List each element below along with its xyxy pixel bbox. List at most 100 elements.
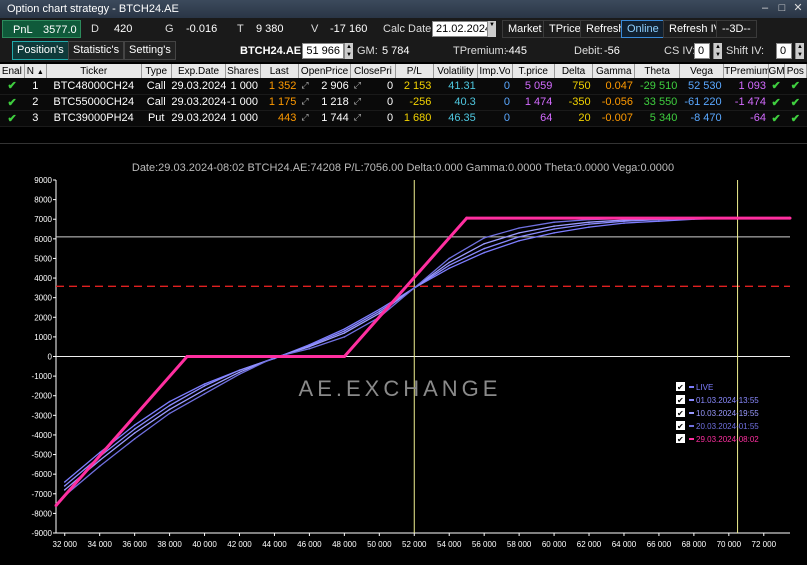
series-point-1 (168, 404, 171, 407)
x-tick-label: 60 000 (542, 540, 567, 549)
col-theta[interactable]: Theta (634, 64, 680, 78)
col-volatility[interactable]: Volatility (433, 64, 479, 78)
col-ticker[interactable]: Ticker (46, 64, 142, 78)
series-point-1 (203, 385, 206, 387)
series-point-0 (483, 251, 486, 254)
col-gamma[interactable]: Gamma (592, 64, 636, 78)
series-line-0 (64, 217, 729, 483)
legend-check-icon: ✔ (677, 435, 684, 444)
market-button[interactable]: Market (502, 20, 548, 38)
x-tick-label: 62 000 (577, 540, 602, 549)
series-point-0 (203, 383, 206, 385)
series-point-3 (518, 227, 520, 229)
col-n[interactable]: N ▲ (24, 64, 47, 78)
gamma-cell: -0.056 (592, 94, 635, 111)
volatility-cell: 46.35 (433, 110, 478, 127)
shift-iv-field[interactable]: 0 (776, 43, 792, 59)
gm-check-icon[interactable]: ✔ (768, 94, 785, 111)
col-shares[interactable]: Shares (225, 64, 261, 78)
cs-iv-field[interactable]: 0 (694, 43, 710, 59)
enabled-check-icon[interactable]: ✔ (0, 110, 25, 127)
pos-check-icon[interactable]: ✔ (784, 78, 807, 95)
calc-date-dropdown-icon[interactable]: ▼ (487, 21, 496, 37)
table-header-row: Enal N ▲ Ticker Type Exp.Date Shares Las… (0, 64, 807, 78)
online-button[interactable]: Online (621, 20, 665, 38)
series-point-1 (588, 223, 590, 225)
series-point-2 (553, 225, 555, 227)
col-pos[interactable]: Pos (784, 64, 807, 78)
row-number: 1 (24, 78, 47, 95)
series-point-3 (133, 438, 136, 440)
positions-table: Enal N ▲ Ticker Type Exp.Date Shares Las… (0, 64, 807, 127)
minimize-icon[interactable]: – (758, 1, 772, 15)
edit-price-icon[interactable]: ⤢ (301, 112, 308, 123)
tprice-cell: 1 474 (512, 94, 555, 111)
shift-iv-stepper[interactable]: ▲ ▼ (795, 43, 804, 59)
table-row[interactable]: ✔ 2 BTC55000CH24 Call 29.03.2024 -1 000 1 175 ⤢… (0, 94, 807, 111)
edit-price-icon[interactable]: ⤢ (354, 80, 361, 91)
volatility-cell: 41.31 (433, 78, 478, 95)
series-point-2 (98, 459, 101, 462)
legend-label: LIVE (696, 383, 713, 392)
gm-check-icon[interactable]: ✔ (768, 78, 785, 95)
legend-label: 01.03.2024-13:55 (696, 396, 759, 405)
row-number: 2 (24, 94, 47, 111)
gamma-cell: 0.047 (592, 78, 635, 95)
col-tpremium[interactable]: TPremium (723, 64, 769, 78)
series-point-0 (658, 220, 660, 222)
edit-price-icon[interactable]: ⤢ (354, 96, 361, 107)
cs-iv-stepper[interactable]: ▲ ▼ (713, 43, 722, 59)
series-point-0 (518, 240, 520, 242)
tpremium-value: -445 (505, 45, 528, 57)
watermark: AE.EXCHANGE (299, 376, 502, 401)
close-icon[interactable]: ✕ (791, 1, 805, 15)
col-gm[interactable]: GM (768, 64, 785, 78)
tab-settings[interactable]: Setting's (124, 41, 176, 60)
col-pl[interactable]: P/L (395, 64, 434, 78)
series-line-2 (64, 217, 729, 491)
series-point-2 (63, 489, 66, 491)
ticker-cell: BTC48000CH24 (46, 78, 142, 95)
ticker-cell: BTC39000PH24 (46, 110, 142, 127)
pos-check-icon[interactable]: ✔ (784, 94, 807, 111)
col-close-price[interactable]: ClosePri (350, 64, 396, 78)
x-tick-label: 70 000 (717, 540, 742, 549)
maximize-icon[interactable]: □ (775, 1, 789, 15)
underlying-price-stepper[interactable]: ▲ ▼ (344, 43, 353, 59)
open-price-cell: ⤢ 2 906 (298, 78, 351, 95)
col-last[interactable]: Last (260, 64, 299, 78)
col-open-price[interactable]: OpenPrice (298, 64, 352, 78)
underlying-price-field[interactable]: 51 966 (302, 43, 344, 59)
enabled-check-icon[interactable]: ✔ (0, 78, 25, 95)
col-vega[interactable]: Vega (679, 64, 725, 78)
col-tprice[interactable]: T.price (512, 64, 555, 78)
pos-check-icon[interactable]: ✔ (784, 110, 807, 127)
edit-price-icon[interactable]: ⤢ (301, 96, 308, 107)
series-point-3 (98, 465, 101, 468)
edit-price-icon[interactable]: ⤢ (301, 80, 308, 91)
table-row[interactable]: ✔ 3 BTC39000PH24 Put 29.03.2024 1 000 443 ⤢ 1 74… (0, 110, 807, 127)
enabled-check-icon[interactable]: ✔ (0, 94, 25, 111)
pnl-value: 3577.0 (43, 24, 77, 36)
series-point-4 (54, 504, 58, 507)
col-enabled[interactable]: Enal (0, 64, 25, 78)
period-button[interactable]: --3D-- (716, 20, 757, 38)
tab-statistics[interactable]: Statistic's (68, 41, 125, 60)
x-tick-label: 42 000 (227, 540, 252, 549)
ticker-cell: BTC55000CH24 (46, 94, 142, 111)
col-delta[interactable]: Delta (554, 64, 594, 78)
tpremium-cell: 1 093 (723, 78, 768, 95)
col-imp-vol[interactable]: Imp.Vo (477, 64, 513, 78)
tab-positions[interactable]: Position's (12, 41, 69, 60)
series-point-1 (518, 236, 520, 238)
series-point-0 (448, 267, 451, 270)
col-exp-date[interactable]: Exp.Date (171, 64, 227, 78)
y-tick-label: -6000 (32, 470, 53, 479)
col-type[interactable]: Type (141, 64, 172, 78)
x-tick-label: 40 000 (192, 540, 217, 549)
table-row[interactable]: ✔ 1 BTC48000CH24 Call 29.03.2024 1 000 1 352 ⤢ 2… (0, 78, 807, 95)
exp-date-cell: 29.03.2024 (171, 94, 226, 111)
edit-price-icon[interactable]: ⤢ (354, 112, 361, 123)
gm-check-icon[interactable]: ✔ (768, 110, 785, 127)
series-point-0 (378, 308, 381, 311)
